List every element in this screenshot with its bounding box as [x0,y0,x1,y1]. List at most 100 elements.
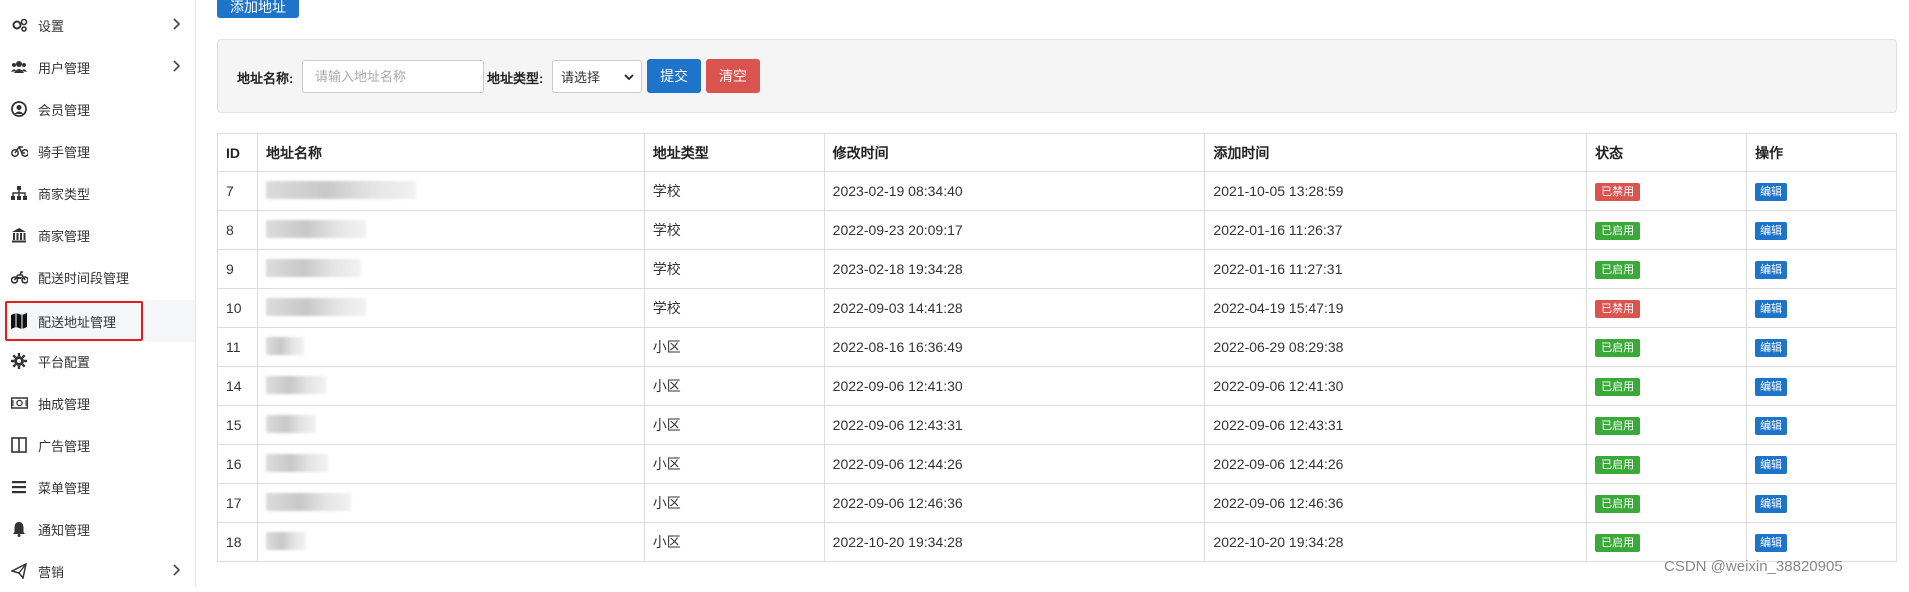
edit-button[interactable]: 编辑 [1755,377,1788,396]
cell-added: 2022-09-06 12:41:30 [1204,366,1588,406]
cell-type: 学校 [643,249,825,289]
edit-button[interactable]: 编辑 [1755,416,1788,435]
cell-added: 2022-01-16 11:27:31 [1204,249,1588,289]
address-name-input[interactable] [302,60,484,93]
sidebar-item-4[interactable]: 商家类型 [0,172,195,214]
sidebar-item-8[interactable]: 平台配置 [0,340,195,382]
column-header-status[interactable]: 状态 [1586,133,1748,172]
cell-modified: 2022-09-06 12:41:30 [823,366,1206,406]
cell-status: 已启用 [1586,522,1748,562]
status-badge[interactable]: 已启用 [1595,221,1641,240]
cell-status: 已禁用 [1586,288,1748,328]
column-header-name[interactable]: 地址名称 [256,133,645,172]
cell-status: 已启用 [1586,327,1748,367]
status-badge[interactable]: 已启用 [1595,338,1641,357]
sidebar-item-label: 营销 [38,564,65,580]
status-badge[interactable]: 已启用 [1595,533,1641,552]
cell-added: 2022-06-29 08:29:38 [1204,327,1588,367]
edit-button[interactable]: 编辑 [1755,338,1788,357]
redacted-address-name [265,375,326,394]
address-table: ID 地址名称 地址类型 修改时间 添加时间 状态 操作 7 学校 2023-02-… [217,133,1897,562]
cell-name [256,444,645,484]
status-badge[interactable]: 已启用 [1595,455,1641,474]
sidebar-item-label: 设置 [38,18,65,34]
sidebar-item-2[interactable]: 会员管理 [0,88,195,130]
clear-button[interactable]: 清空 [706,59,760,93]
status-badge[interactable]: 已启用 [1595,494,1641,513]
edit-button[interactable]: 编辑 [1755,221,1788,240]
status-badge[interactable]: 已启用 [1595,377,1641,396]
sidebar-item-3[interactable]: 骑手管理 [0,130,195,172]
cell-id: 9 [217,249,258,289]
sidebar-item-10[interactable]: 广告管理 [0,424,195,466]
column-header-added[interactable]: 添加时间 [1204,133,1588,172]
gears-icon [8,17,30,33]
add-address-button[interactable]: 添加地址 [217,0,299,18]
cell-modified: 2023-02-19 08:34:40 [823,171,1206,211]
cell-id: 8 [217,210,258,250]
sidebar-item-9[interactable]: 抽成管理 [0,382,195,424]
edit-button[interactable]: 编辑 [1755,494,1788,513]
cell-name [256,249,645,289]
sidebar-item-6[interactable]: 配送时间段管理 [0,256,195,298]
sidebar-item-1[interactable]: 用户管理 [0,46,195,88]
sidebar-item-label: 平台配置 [38,354,91,370]
cell-added: 2022-04-19 15:47:19 [1204,288,1588,328]
sidebar-item-label: 用户管理 [38,60,91,76]
edit-button[interactable]: 编辑 [1755,533,1788,552]
column-header-type[interactable]: 地址类型 [643,133,825,172]
cell-modified: 2022-09-03 14:41:28 [823,288,1206,328]
cell-added: 2022-01-16 11:26:37 [1204,210,1588,250]
edit-button[interactable]: 编辑 [1755,182,1788,201]
redacted-address-name [265,492,351,511]
status-badge[interactable]: 已禁用 [1595,299,1641,318]
cell-action: 编辑 [1746,405,1897,445]
address-type-select[interactable]: 请选择 [552,60,642,93]
redacted-address-name [265,219,366,238]
cell-id: 18 [217,522,258,562]
edit-button[interactable]: 编辑 [1755,260,1788,279]
bell-icon [8,521,30,537]
chevron-right-icon [171,17,181,34]
cell-type: 小区 [643,483,825,523]
cell-status: 已启用 [1586,249,1748,289]
sidebar-item-5[interactable]: 商家管理 [0,214,195,256]
sidebar-item-label: 抽成管理 [38,396,91,412]
table-row: 7 学校 2023-02-19 08:34:40 2021-10-05 13:28:5… [217,171,1897,211]
chevron-right-icon [171,563,181,580]
cell-name [256,366,645,406]
cell-id: 14 [217,366,258,406]
table-row: 9 学校 2023-02-18 19:34:28 2022-01-16 11:27:3… [217,249,1897,289]
cell-added: 2022-09-06 12:43:31 [1204,405,1588,445]
status-badge[interactable]: 已启用 [1595,260,1641,279]
cell-added: 2022-09-06 12:44:26 [1204,444,1588,484]
submit-button[interactable]: 提交 [647,59,701,93]
sidebar-item-13[interactable]: 营销 [0,550,195,592]
cell-status: 已启用 [1586,483,1748,523]
watermark: CSDN @weixin_38820905 [1664,558,1843,575]
column-header-id[interactable]: ID [217,133,258,172]
cell-id: 11 [217,327,258,367]
status-badge[interactable]: 已禁用 [1595,182,1641,201]
table-row: 17 小区 2022-09-06 12:46:36 2022-09-06 12:46:… [217,483,1897,523]
redacted-address-name [265,336,304,355]
status-badge[interactable]: 已启用 [1595,416,1641,435]
sidebar-item-11[interactable]: 菜单管理 [0,466,195,508]
paper-plane-icon [8,563,30,579]
edit-button[interactable]: 编辑 [1755,455,1788,474]
sidebar-item-12[interactable]: 通知管理 [0,508,195,550]
cell-status: 已启用 [1586,444,1748,484]
redacted-address-name [265,258,361,277]
column-header-action[interactable]: 操作 [1746,133,1897,172]
cell-type: 学校 [643,210,825,250]
edit-button[interactable]: 编辑 [1755,299,1788,318]
table-row: 14 小区 2022-09-06 12:41:30 2022-09-06 12:41:… [217,366,1897,406]
column-header-modified[interactable]: 修改时间 [823,133,1206,172]
sidebar: 设置 用户管理 会员管理 骑手管理 商家类型 商家管理 配送时间段管理 配送地址管理 平台配置抽… [0,0,196,587]
sidebar-item-label: 广告管理 [38,438,91,454]
sidebar-item-0[interactable]: 设置 [0,4,195,46]
cell-type: 小区 [643,366,825,406]
cell-added: 2021-10-05 13:28:59 [1204,171,1588,211]
user-circle-icon [8,101,30,117]
cell-action: 编辑 [1746,444,1897,484]
